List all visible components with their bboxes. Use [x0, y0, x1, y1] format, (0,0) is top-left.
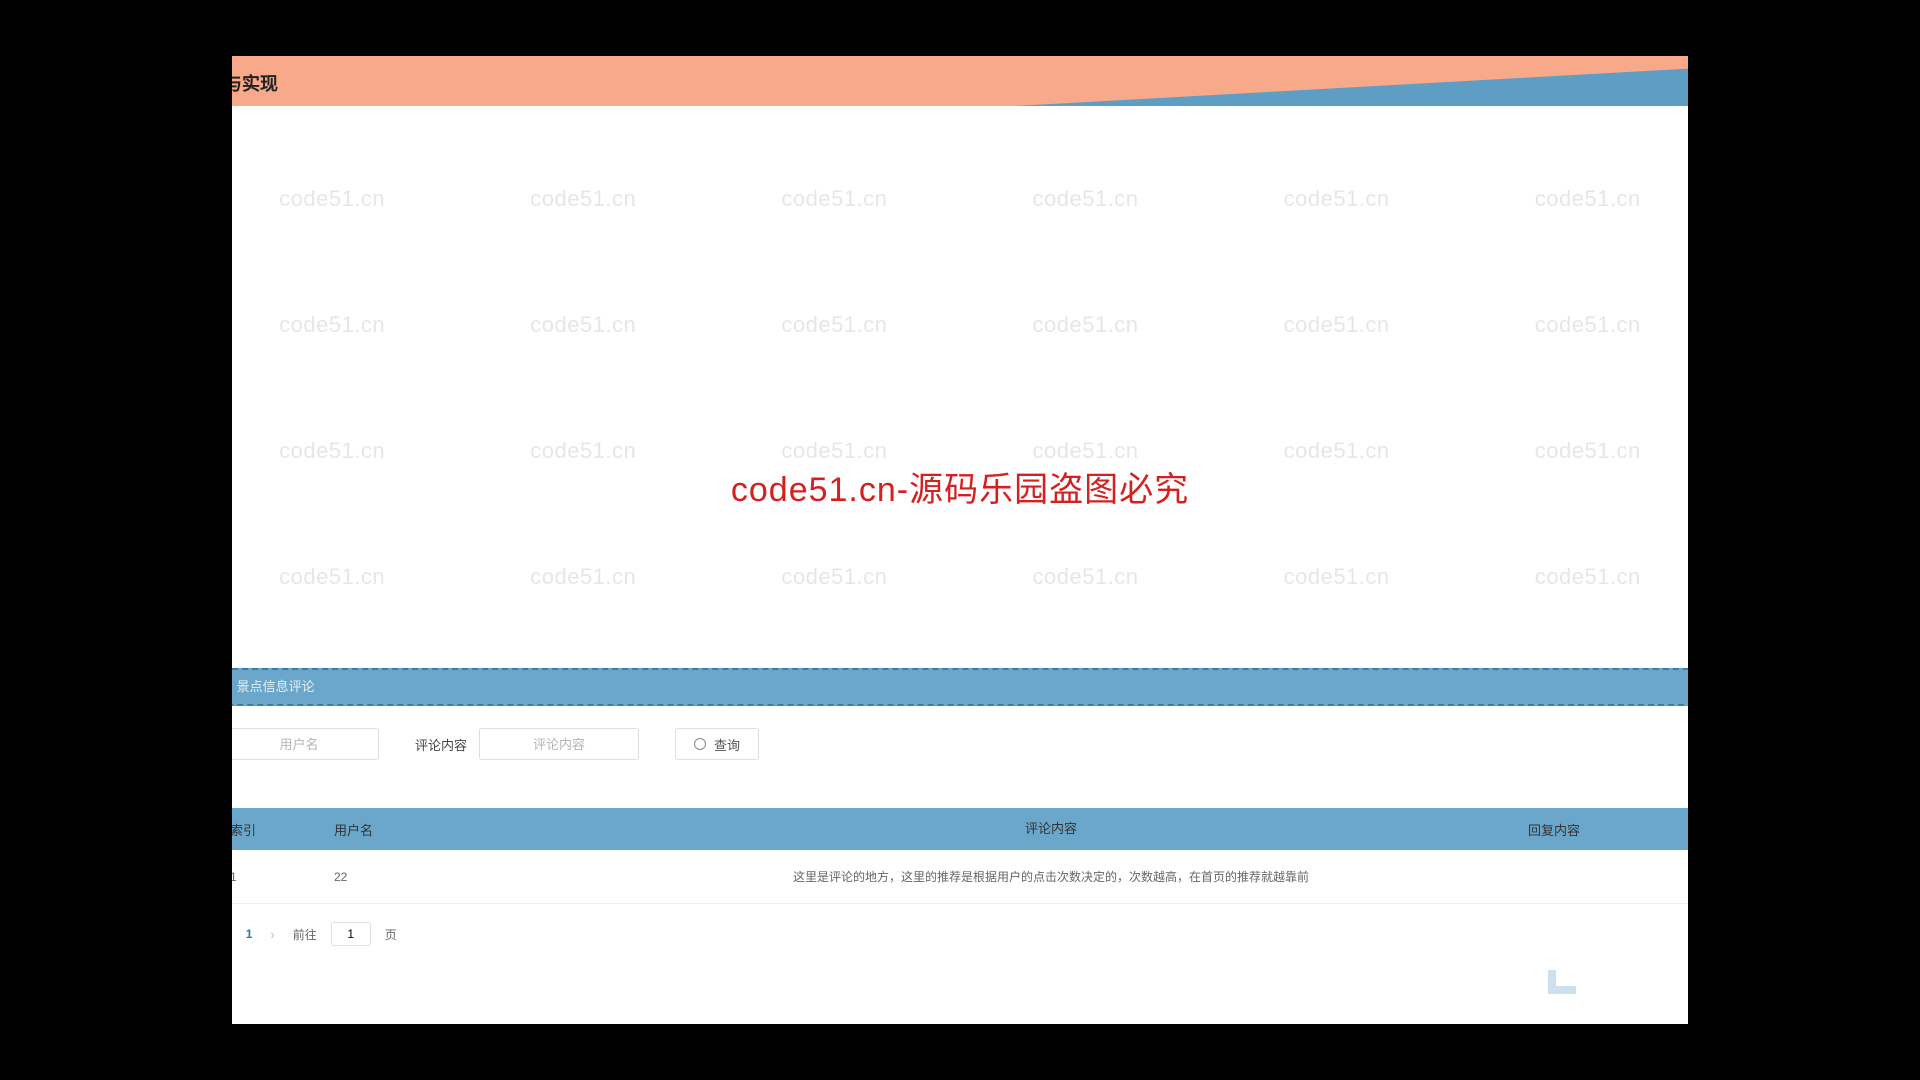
jump-suffix: 页 — [385, 926, 397, 943]
letterbox — [0, 0, 232, 1080]
jump-page-input[interactable] — [331, 922, 371, 946]
main-content: 首页 | 景点信息评论 用户名 评论内容 查询 索引 用户名 评论内容 回复内容… — [138, 650, 1920, 964]
app-root: code51.cncode51.cncode51.cncode51.cncode… — [0, 56, 1920, 1024]
content-label: 评论内容 — [415, 735, 467, 754]
table-header: 索引 用户名 评论内容 回复内容 操作 — [168, 808, 1920, 850]
jump-prefix: 前往 — [293, 926, 317, 943]
table-row: 1 22 这里是评论的地方，这里的推荐是根据用户的点击次数决定的，次数越高，在首… — [168, 850, 1920, 904]
watermark-row: code51.cncode51.cncode51.cncode51.cncode… — [0, 438, 1920, 464]
th-username: 用户名 — [334, 820, 574, 839]
watermark-row: code51.cncode51.cncode51.cncode51.cncode… — [0, 186, 1920, 212]
cell-index: 1 — [224, 870, 334, 884]
watermark-row: code51.cncode51.cncode51.cncode51.cncode… — [0, 312, 1920, 338]
header: 自驾游拼团小程序的设计与实现 管理员 abo 退出登录 — [0, 56, 1920, 106]
brand-logo-icon — [1542, 960, 1582, 1000]
breadcrumb: 首页 | 景点信息评论 — [168, 668, 1920, 706]
watermark-row: code51.cncode51.cncode51.cncode51.cncode… — [0, 564, 1920, 590]
filter-bar: 用户名 评论内容 查询 — [168, 728, 1920, 760]
breadcrumb-current: 景点信息评论 — [237, 679, 315, 694]
letterbox — [1688, 0, 1920, 1080]
pagination: 共 1 条 ‹ 1 › 前往 页 — [168, 922, 1920, 946]
current-page[interactable]: 1 — [246, 927, 253, 941]
username-input[interactable] — [219, 728, 379, 760]
next-page-button[interactable]: › — [266, 927, 278, 942]
data-table: 索引 用户名 评论内容 回复内容 操作 1 22 这里是评论的地方，这里的推荐是… — [168, 808, 1920, 904]
watermark-main: code51.cn-源码乐园盗图必究 — [731, 462, 1189, 511]
cell-comment: 这里是评论的地方，这里的推荐是根据用户的点击次数决定的，次数越高，在首页的推荐就… — [574, 868, 1528, 886]
content-input[interactable] — [479, 728, 639, 760]
th-index: 索引 — [224, 820, 334, 839]
search-button[interactable]: 查询 — [675, 728, 759, 760]
cell-username: 22 — [334, 870, 574, 884]
th-comment: 评论内容 — [574, 819, 1528, 839]
